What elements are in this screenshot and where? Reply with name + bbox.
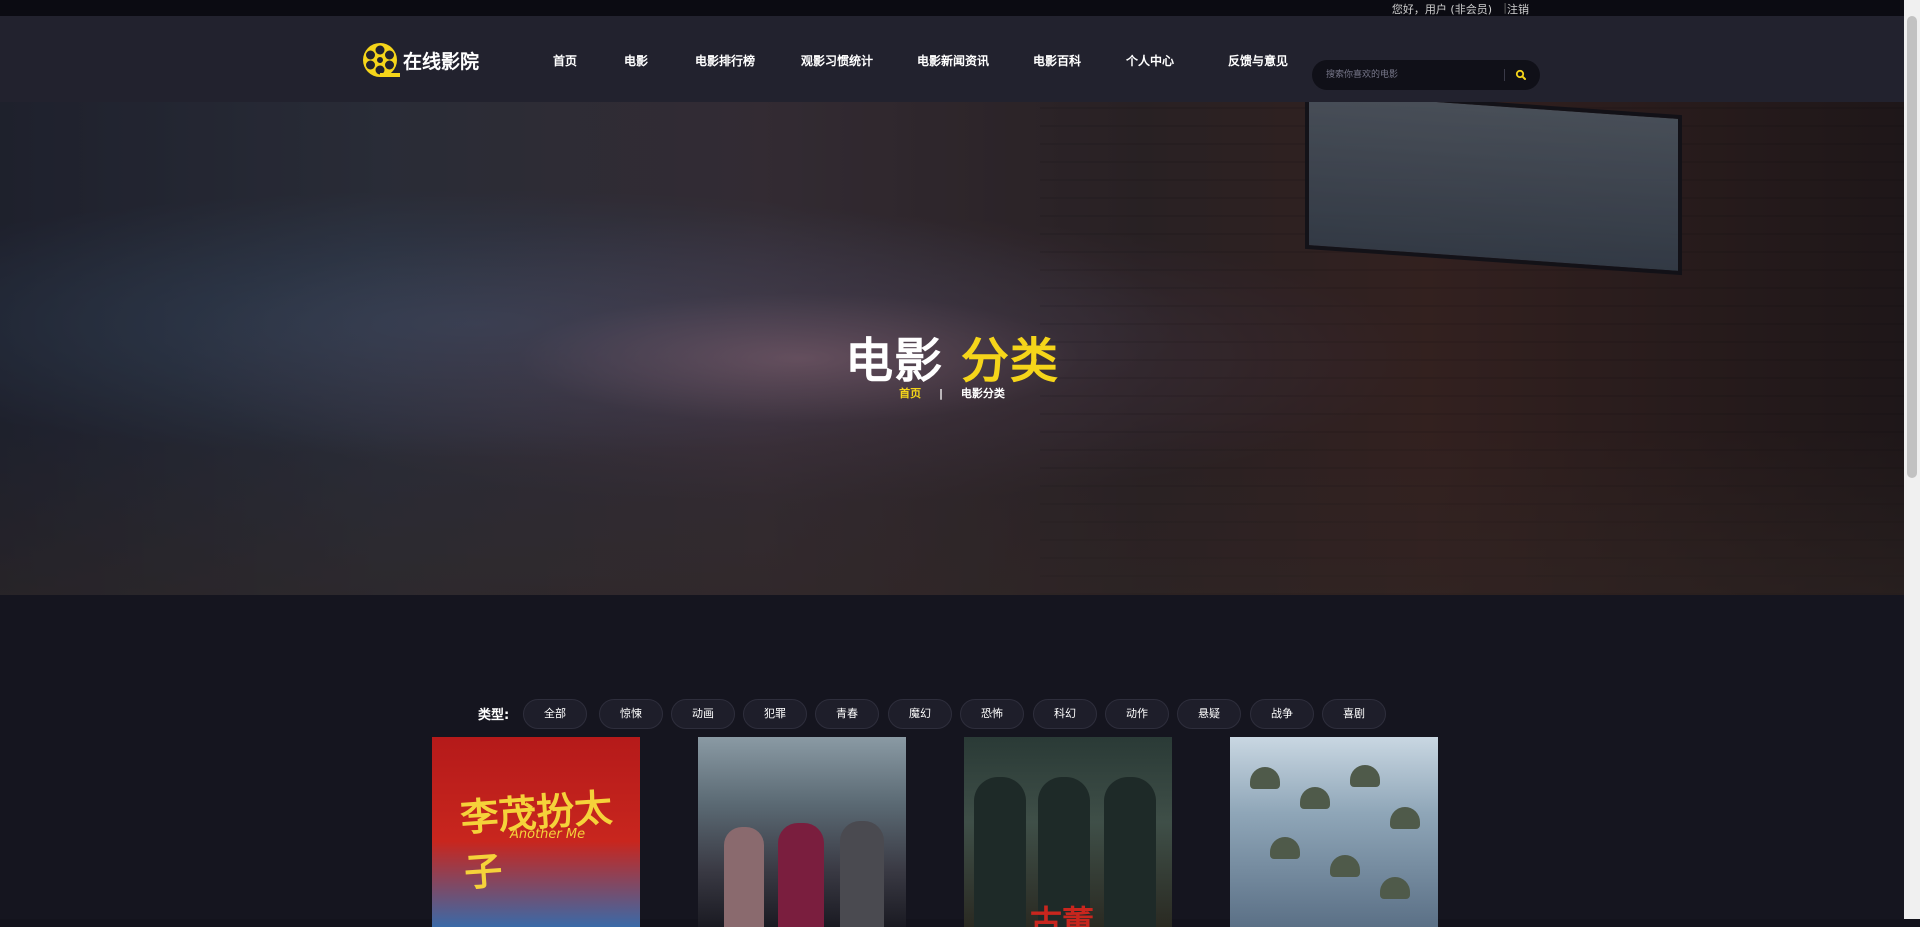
type-chip-youth[interactable]: 青春 bbox=[815, 699, 879, 729]
page-title-yellow: 分类 bbox=[960, 333, 1059, 389]
type-chip-war[interactable]: 战争 bbox=[1250, 699, 1314, 729]
type-chip-animation[interactable]: 动画 bbox=[671, 699, 735, 729]
nav-item-profile[interactable]: 个人中心 bbox=[1126, 52, 1174, 69]
page-scrollbar[interactable] bbox=[1904, 0, 1920, 919]
poster-figure bbox=[1250, 767, 1280, 789]
user-greeting: 您好，用户 (非会员) bbox=[1391, 3, 1492, 16]
type-chip-horror[interactable]: 恐怖 bbox=[960, 699, 1024, 729]
breadcrumb-separator: | bbox=[938, 387, 944, 400]
breadcrumb-home[interactable]: 首页 bbox=[899, 387, 921, 400]
nav-item-home[interactable]: 首页 bbox=[553, 52, 577, 69]
top-bar: 您好，用户 (非会员) | 注销 bbox=[0, 0, 1920, 16]
nav-item-viewing-stats[interactable]: 观影习惯统计 bbox=[801, 52, 873, 69]
search-divider bbox=[1504, 69, 1505, 81]
scrollbar-thumb[interactable] bbox=[1907, 16, 1917, 478]
film-reel-icon bbox=[362, 40, 402, 80]
hero-banner: 电影 分类 首页 | 电影分类 bbox=[0, 102, 1904, 595]
poster-figure bbox=[1104, 777, 1156, 927]
type-filter-label: 类型: bbox=[478, 708, 510, 723]
poster-figure bbox=[724, 827, 764, 927]
nav-item-news[interactable]: 电影新闻资讯 bbox=[917, 52, 989, 69]
search-input[interactable] bbox=[1326, 67, 1501, 83]
search-button[interactable] bbox=[1510, 65, 1532, 85]
nav-item-feedback[interactable]: 反馈与意见 bbox=[1228, 52, 1288, 69]
poster-figure bbox=[1330, 855, 1360, 877]
site-name: 在线影院 bbox=[403, 50, 480, 73]
nav-item-movies[interactable]: 电影 bbox=[624, 52, 648, 69]
type-chip-thriller[interactable]: 惊悚 bbox=[599, 699, 663, 729]
type-chip-mystery[interactable]: 悬疑 bbox=[1177, 699, 1241, 729]
poster-figure bbox=[1350, 765, 1380, 787]
page-title-white: 电影 bbox=[845, 333, 944, 389]
content-area: 类型: 全部 惊悚 动画 犯罪 青春 魔幻 恐怖 科幻 动作 悬疑 战争 喜剧 … bbox=[0, 595, 1904, 927]
search-box bbox=[1312, 60, 1540, 90]
type-chip-fantasy[interactable]: 魔幻 bbox=[888, 699, 952, 729]
movie-poster[interactable]: 李茂扮太子 Another Me bbox=[432, 737, 640, 927]
poster-figure bbox=[1270, 837, 1300, 859]
poster-figure bbox=[1390, 807, 1420, 829]
poster-figure bbox=[974, 777, 1026, 927]
poster-figure bbox=[1300, 787, 1330, 809]
movie-poster[interactable]: 古董 bbox=[964, 737, 1172, 927]
type-chip-crime[interactable]: 犯罪 bbox=[743, 699, 807, 729]
nav-item-rankings[interactable]: 电影排行榜 bbox=[695, 52, 755, 69]
type-chip-comedy[interactable]: 喜剧 bbox=[1322, 699, 1386, 729]
poster-title: 古董 bbox=[1030, 903, 1095, 927]
movie-poster[interactable] bbox=[698, 737, 906, 927]
poster-figure bbox=[1380, 877, 1410, 899]
type-chip-all[interactable]: 全部 bbox=[523, 699, 587, 729]
page-title: 电影 分类 bbox=[0, 321, 1904, 391]
breadcrumb-current: 电影分类 bbox=[960, 387, 1005, 400]
movie-poster[interactable] bbox=[1230, 737, 1438, 927]
site-logo[interactable]: 在线影院 bbox=[362, 40, 479, 80]
breadcrumb: 首页 | 电影分类 bbox=[0, 385, 1904, 401]
type-chip-scifi[interactable]: 科幻 bbox=[1033, 699, 1097, 729]
search-icon bbox=[1515, 69, 1526, 80]
poster-figure bbox=[840, 821, 884, 927]
poster-figure bbox=[778, 823, 824, 927]
poster-subtitle: Another Me bbox=[510, 827, 586, 842]
logout-link[interactable]: 注销 bbox=[1507, 1, 1529, 17]
nav-item-encyclopedia[interactable]: 电影百科 bbox=[1033, 52, 1081, 69]
type-chip-action[interactable]: 动作 bbox=[1105, 699, 1169, 729]
main-navigation: 在线影院 首页 电影 电影排行榜 观影习惯统计 电影新闻资讯 电影百科 个人中心… bbox=[0, 16, 1920, 102]
